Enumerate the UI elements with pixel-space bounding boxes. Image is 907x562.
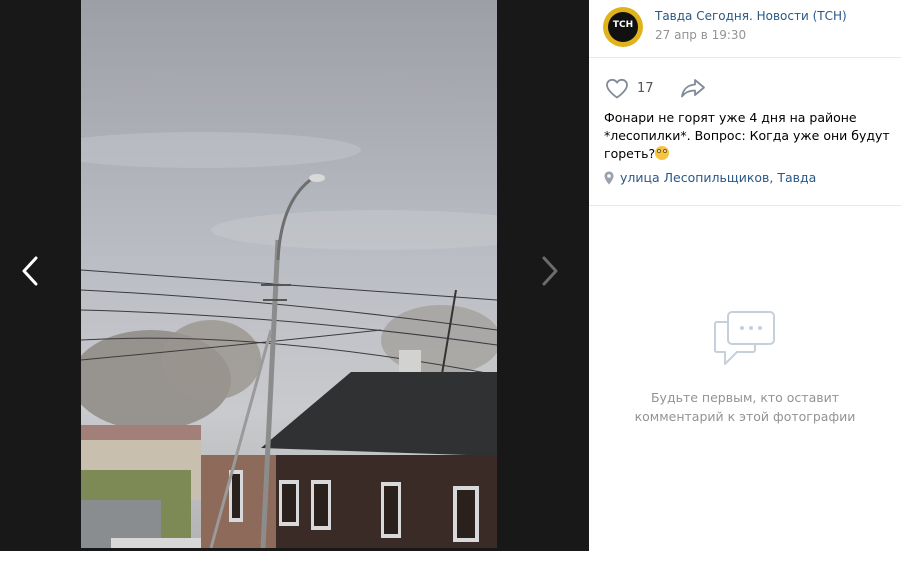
avatar-text: ТСН	[612, 19, 634, 30]
location-link[interactable]: улица Лесопильщиков, Тавда	[604, 170, 816, 185]
post-actions: 17	[605, 77, 706, 99]
right-edge	[901, 0, 907, 551]
map-pin-icon	[604, 171, 614, 184]
empty-comments-text: Будьте первым, кто оставит комментарий к…	[589, 388, 901, 426]
like-button[interactable]: 17	[605, 78, 654, 99]
empty-comments-line-1: Будьте первым, кто оставит	[650, 390, 840, 405]
empty-comments: Будьте первым, кто оставит комментарий к…	[589, 310, 901, 426]
empty-comments-line-2: комментарий к этой фотографии	[634, 409, 856, 424]
post-panel: ТСН Тавда Сегодня. Новости (ТСН) 27 апр …	[589, 0, 901, 551]
group-name-link[interactable]: Тавда Сегодня. Новости (ТСН)	[655, 9, 847, 23]
prev-photo-button[interactable]	[10, 249, 50, 293]
post-header: ТСН Тавда Сегодня. Новости (ТСН) 27 апр …	[589, 0, 901, 58]
chevron-left-icon	[22, 256, 38, 286]
chevron-right-icon	[542, 256, 558, 286]
speech-bubble-icon	[714, 311, 775, 365]
divider	[589, 205, 901, 206]
post-date[interactable]: 27 апр в 19:30	[655, 28, 746, 42]
share-button[interactable]	[680, 78, 706, 98]
share-arrow-icon	[680, 79, 705, 98]
post-text-content: Фонари не горят уже 4 дня на районе *лес…	[604, 110, 890, 161]
heart-icon	[606, 78, 628, 98]
next-photo-button[interactable]	[530, 249, 570, 293]
like-count: 17	[637, 80, 654, 96]
post-text: Фонари не горят уже 4 дня на районе *лес…	[604, 109, 894, 163]
photo-viewer	[0, 0, 589, 551]
flushed-face-emoji-icon	[655, 146, 670, 160]
photo-image	[81, 0, 497, 548]
avatar-logo: ТСН	[608, 12, 638, 42]
photo[interactable]	[81, 0, 497, 548]
location-text: улица Лесопильщиков, Тавда	[620, 170, 817, 185]
avatar[interactable]: ТСН	[603, 7, 643, 47]
